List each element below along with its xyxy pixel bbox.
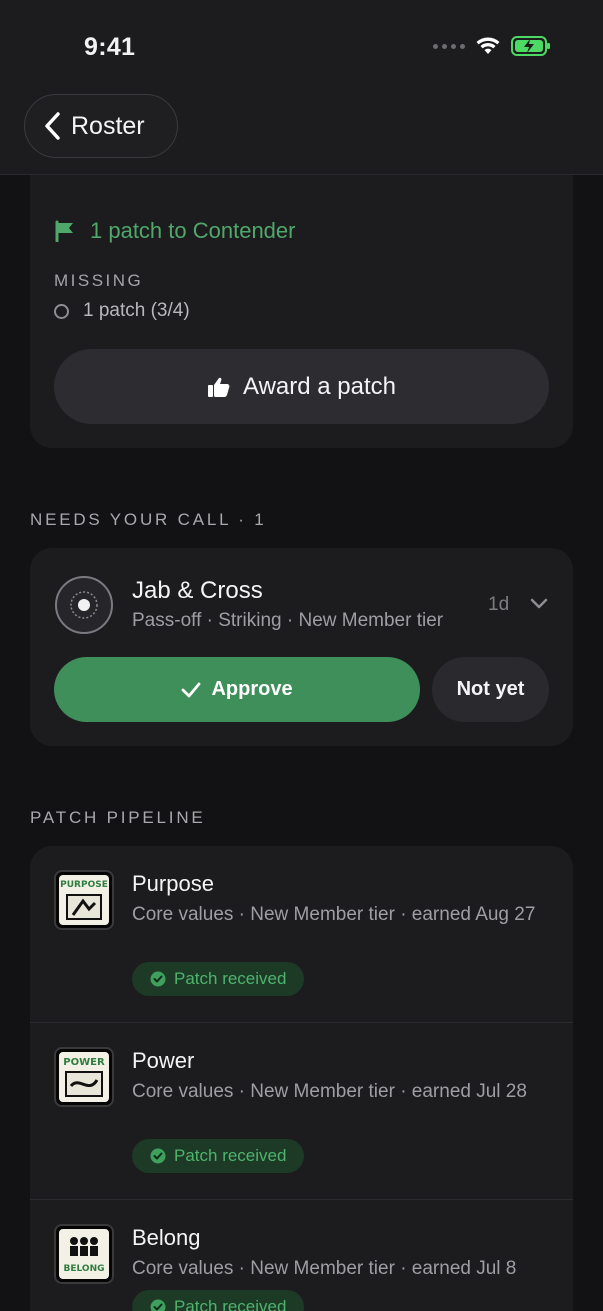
patch-title: Belong [132, 1225, 201, 1250]
approve-button[interactable]: Approve [54, 657, 420, 722]
patch-received-label: Patch received [174, 1297, 287, 1311]
back-button-label: Roster [71, 111, 145, 140]
patch-received-badge: Patch received [132, 962, 305, 996]
call-item-subtitle: Pass-off · Striking · New Member tier [132, 610, 444, 631]
verified-check-icon [150, 1299, 166, 1311]
skill-badge-icon [55, 576, 113, 634]
status-time: 9:41 [84, 33, 136, 61]
patch-received-label: Patch received [174, 969, 287, 988]
missing-heading: MISSING [54, 271, 144, 290]
patch-title: Purpose [132, 871, 214, 896]
call-item-age: 1d [488, 594, 510, 615]
pipeline-heading: PATCH PIPELINE [30, 808, 206, 827]
back-button[interactable]: Roster [24, 94, 178, 158]
wifi-icon [476, 37, 500, 54]
status-icons [433, 36, 551, 56]
patch-received-label: Patch received [174, 1146, 287, 1165]
not-yet-label: Not yet [456, 678, 525, 700]
next-step-row: 1 patch to Contender [54, 218, 295, 244]
patch-caption: POWER [63, 1057, 105, 1068]
patch-image: POWER [54, 1047, 114, 1107]
checkmark-icon [182, 682, 201, 697]
patch-received-badge: Patch received [132, 1290, 305, 1311]
burst-icon [70, 591, 98, 619]
patch-caption: BELONG [64, 1264, 105, 1274]
missing-item: 1 patch (3/4) [54, 300, 190, 322]
empty-circle-icon [54, 303, 69, 319]
approve-label: Approve [211, 678, 293, 700]
divider [30, 1022, 573, 1023]
thumbs-up-icon [208, 377, 230, 397]
missing-item-text: 1 patch (3/4) [83, 300, 190, 321]
patch-subtitle: Core values · New Member tier · earned J… [132, 1081, 527, 1102]
patch-image: BELONG [54, 1224, 114, 1284]
verified-check-icon [150, 971, 166, 987]
battery-charging-icon [511, 36, 550, 56]
needs-call-heading: NEEDS YOUR CALL · 1 [30, 510, 267, 529]
verified-check-icon [150, 1148, 166, 1164]
patch-caption: PURPOSE [60, 880, 108, 890]
flag-icon [55, 220, 73, 242]
patch-received-badge: Patch received [132, 1139, 305, 1173]
award-patch-label: Award a patch [243, 372, 396, 400]
call-item-title: Jab & Cross [132, 577, 263, 604]
patch-subtitle: Core values · New Member tier · earned J… [132, 1258, 517, 1279]
top-bar: 9:41 Roster [0, 0, 603, 175]
not-yet-button[interactable]: Not yet [432, 657, 549, 722]
divider [30, 1199, 573, 1200]
patch-title: Power [132, 1048, 195, 1073]
next-step-text: 1 patch to Contender [90, 218, 296, 243]
award-patch-button[interactable]: Award a patch [54, 349, 549, 424]
patch-image: PURPOSE [54, 870, 114, 930]
signal-icon [433, 43, 465, 49]
chevron-left-icon [45, 112, 60, 140]
patch-subtitle: Core values · New Member tier · earned A… [132, 904, 536, 925]
chevron-down-icon[interactable] [529, 596, 549, 612]
